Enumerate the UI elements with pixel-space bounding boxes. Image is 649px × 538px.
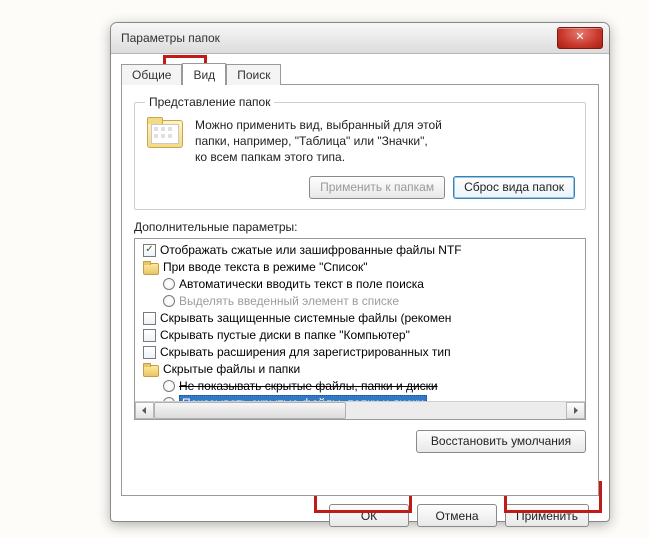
radio-icon[interactable] xyxy=(163,278,175,290)
window-title: Параметры папок xyxy=(121,31,220,45)
advanced-label: Дополнительные параметры: xyxy=(134,220,586,234)
folder-icon xyxy=(143,261,157,273)
checkbox-icon[interactable] xyxy=(143,244,156,257)
chevron-right-icon xyxy=(572,407,579,414)
opt-hide-empty-drives[interactable]: Скрывать пустые диски в папке "Компьютер… xyxy=(135,327,585,344)
cancel-button[interactable]: Отмена xyxy=(417,504,497,527)
opt-hide-protected[interactable]: Скрывать защищенные системные файлы (рек… xyxy=(135,310,585,327)
opt-dont-show-hidden[interactable]: Не показывать скрытые файлы, папки и дис… xyxy=(135,378,585,395)
opt-typing-mode[interactable]: При вводе текста в режиме "Список" xyxy=(135,259,585,276)
folder-view-text: Можно применить вид, выбранный для этой … xyxy=(195,117,442,166)
folder-options-icon xyxy=(145,117,185,151)
checkbox-icon[interactable] xyxy=(143,312,156,325)
opt-show-compressed[interactable]: Отображать сжатые или зашифрованные файл… xyxy=(135,242,585,259)
restore-defaults-button[interactable]: Восстановить умолчания xyxy=(416,430,586,453)
close-icon: ✕ xyxy=(575,31,584,43)
opt-hidden-files-group[interactable]: Скрытые файлы и папки xyxy=(135,361,585,378)
checkbox-icon[interactable] xyxy=(143,346,156,359)
tab-view[interactable]: Вид xyxy=(182,63,226,85)
scroll-left-button[interactable] xyxy=(135,402,154,419)
folder-view-legend: Представление папок xyxy=(145,95,274,109)
advanced-tree[interactable]: Отображать сжатые или зашифрованные файл… xyxy=(134,238,586,420)
tab-search[interactable]: Поиск xyxy=(226,64,281,85)
folder-view-group: Представление папок xyxy=(134,95,586,210)
scrollbar-track[interactable] xyxy=(154,402,566,419)
apply-button[interactable]: Применить xyxy=(505,504,589,527)
horizontal-scrollbar[interactable] xyxy=(135,401,585,419)
tab-page-view: Представление папок xyxy=(121,84,599,496)
checkbox-icon[interactable] xyxy=(143,329,156,342)
apply-to-folders-button: Применить к папкам xyxy=(309,176,445,199)
opt-auto-type-search[interactable]: Автоматически вводить текст в поле поиск… xyxy=(135,276,585,293)
chevron-left-icon xyxy=(141,407,148,414)
dialog-buttons: ОК Отмена Применить xyxy=(121,496,599,527)
reset-folders-button[interactable]: Сброс вида папок xyxy=(453,176,575,199)
close-button[interactable]: ✕ xyxy=(557,27,603,49)
titlebar[interactable]: Параметры папок ✕ xyxy=(111,23,609,54)
tabstrip: Общие Вид Поиск xyxy=(121,60,599,84)
radio-icon[interactable] xyxy=(163,295,175,307)
folder-options-dialog: Параметры папок ✕ Общие Вид Поиск Предст… xyxy=(110,22,610,522)
client-area: Общие Вид Поиск Представление папок xyxy=(111,54,609,537)
ok-button[interactable]: ОК xyxy=(329,504,409,527)
opt-hide-extensions[interactable]: Скрывать расширения для зарегистрированн… xyxy=(135,344,585,361)
opt-select-typed-item[interactable]: Выделять введенный элемент в списке xyxy=(135,293,585,310)
scroll-right-button[interactable] xyxy=(566,402,585,419)
tab-general[interactable]: Общие xyxy=(121,64,182,85)
radio-icon[interactable] xyxy=(163,380,175,392)
folder-icon xyxy=(143,363,157,375)
scrollbar-thumb[interactable] xyxy=(154,402,346,419)
